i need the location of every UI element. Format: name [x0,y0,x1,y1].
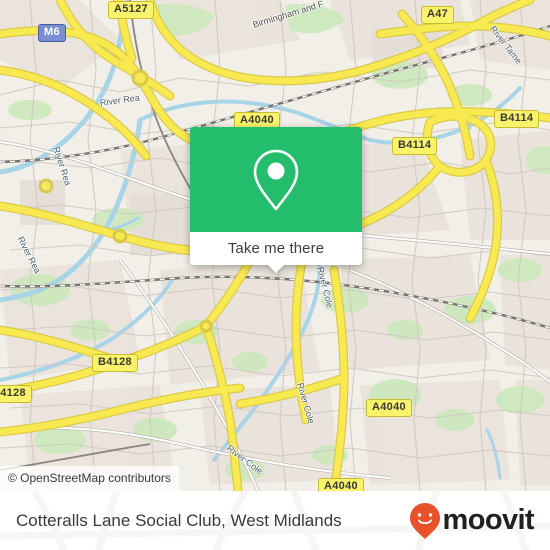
popup-header [190,127,362,232]
take-me-there-label: Take me there [227,240,325,257]
road-shield-a5127: A5127 [108,1,154,19]
road-shield-a4040: A4040 [366,399,412,417]
moovit-wordmark: moovit [442,504,535,536]
road-shield-b4114: B4114 [494,110,540,128]
moovit-logo: moovit [409,502,535,540]
map-screenshot: Birmingham and F River Tame River Rea Ri… [0,0,550,550]
page-footer: Cotteralls Lane Social Club, West Midlan… [0,491,550,550]
road-shield-a47: A47 [421,6,455,24]
moovit-smiley-pin-icon [409,502,440,539]
road-shield-a4040: A4040 [318,478,364,491]
popup-pointer [267,264,285,273]
location-popup-card[interactable]: Take me there [190,127,362,273]
popup-action-bar[interactable]: Take me there [190,232,362,273]
road-shield-b4128: B4128 [92,354,138,372]
road-shield-b4114: B4114 [392,137,438,155]
road-shield-m6: M6 [38,24,66,42]
map-pin-icon [253,149,299,210]
place-name: Cotteralls Lane Social Club, West Midlan… [16,510,342,530]
map-attribution[interactable]: © OpenStreetMap contributors [0,466,179,491]
road-shield-b4128: B4128 [0,385,32,403]
